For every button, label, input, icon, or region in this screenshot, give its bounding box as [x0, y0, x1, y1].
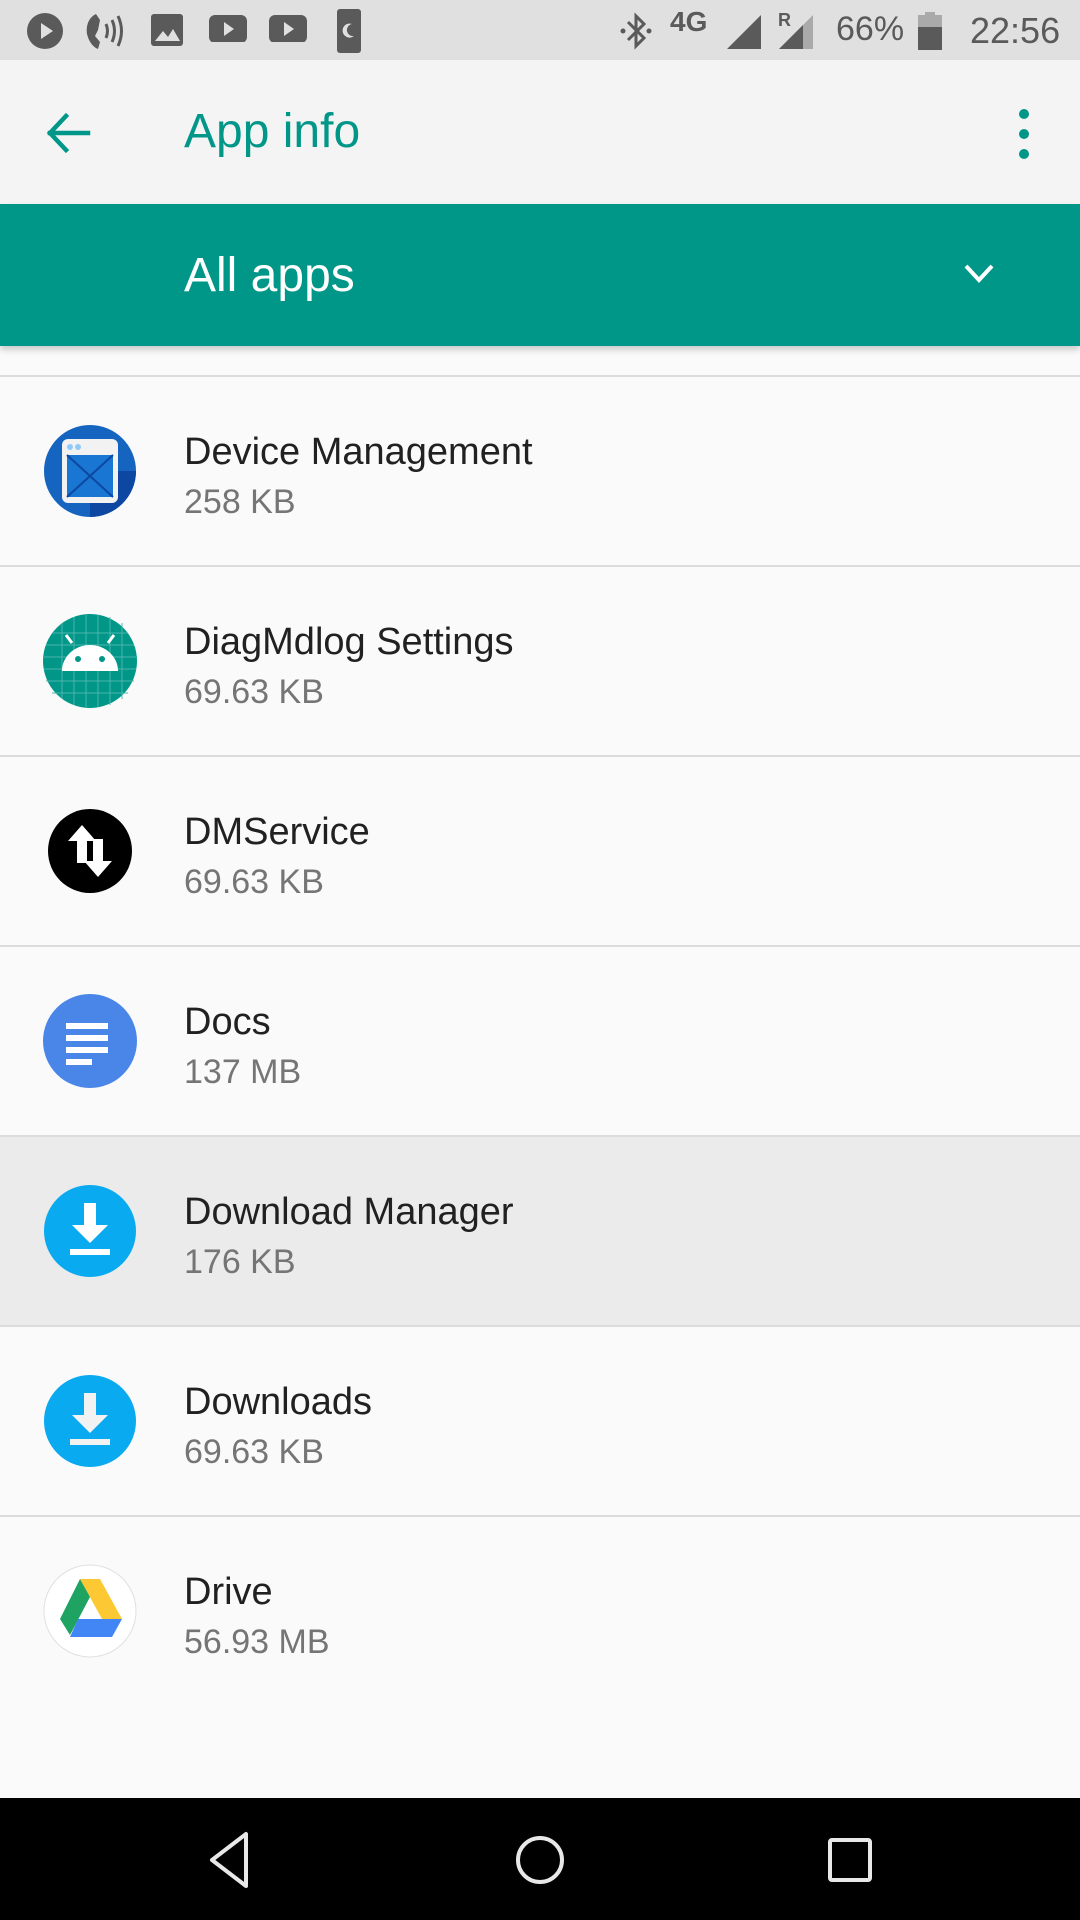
recents-icon[interactable]	[818, 1828, 882, 1892]
do-not-disturb-night-icon	[337, 9, 361, 53]
app-name: DMService	[184, 811, 370, 853]
app-size: 69.63 KB	[184, 673, 324, 711]
app-list-item[interactable]: DMService 69.63 KB	[0, 757, 1080, 947]
app-name: Drive	[184, 1571, 273, 1613]
android-icon	[43, 614, 137, 708]
download-icon	[44, 1375, 136, 1467]
image-icon	[151, 14, 183, 46]
status-bar: 4G R 66% 22:56	[0, 0, 1080, 60]
drive-icon	[43, 1564, 137, 1658]
app-name: DiagMdlog Settings	[184, 621, 514, 663]
more-vert-icon[interactable]	[1006, 106, 1042, 162]
app-bar: App info	[0, 60, 1080, 204]
play-circle-icon	[27, 13, 63, 49]
arrow-back-icon[interactable]	[44, 108, 94, 158]
youtube-icon	[269, 15, 307, 42]
app-name: Docs	[184, 1001, 271, 1043]
youtube-icon	[209, 15, 247, 42]
bluetooth-icon	[620, 12, 652, 50]
app-size: 69.63 KB	[184, 1433, 324, 1471]
wifi-calling-icon	[86, 14, 123, 49]
app-size: 258 KB	[184, 483, 296, 521]
navigation-bar	[0, 1798, 1080, 1920]
app-size: 137 MB	[184, 1053, 302, 1091]
app-size: 69.63 KB	[184, 863, 324, 901]
device-management-icon	[44, 425, 136, 517]
app-size: 56.93 MB	[184, 1623, 330, 1661]
swap-vert-icon	[48, 809, 132, 893]
clock: 22:56	[970, 10, 1061, 51]
download-icon	[44, 1185, 136, 1277]
app-list-item[interactable]: DiagMdlog Settings 69.63 KB	[0, 567, 1080, 757]
app-list-item[interactable]: Download Manager 176 KB	[0, 1137, 1080, 1327]
battery-percent: 66%	[836, 10, 905, 48]
app-list-item[interactable]: Device Management 258 KB	[0, 377, 1080, 567]
docs-icon	[43, 994, 137, 1088]
page-title: App info	[184, 105, 361, 158]
back-icon[interactable]	[200, 1828, 264, 1892]
battery-icon	[918, 12, 942, 50]
app-list-item[interactable]: Drive 56.93 MB	[0, 1517, 1080, 1705]
home-icon[interactable]	[508, 1828, 572, 1892]
network-type-label: 4G	[670, 6, 708, 37]
signal-icon	[727, 15, 761, 49]
app-list-item[interactable]: Docs 137 MB	[0, 947, 1080, 1137]
app-name: Device Management	[184, 431, 533, 473]
filter-selected-label: All apps	[184, 249, 355, 302]
app-name: Downloads	[184, 1381, 372, 1423]
app-list-item[interactable]: Downloads 69.63 KB	[0, 1327, 1080, 1517]
chevron-down-icon	[964, 264, 994, 283]
app-filter-spinner[interactable]: All apps	[0, 204, 1080, 346]
app-name: Download Manager	[184, 1191, 514, 1233]
app-size: 176 KB	[184, 1243, 296, 1281]
roaming-signal-icon	[779, 15, 813, 49]
